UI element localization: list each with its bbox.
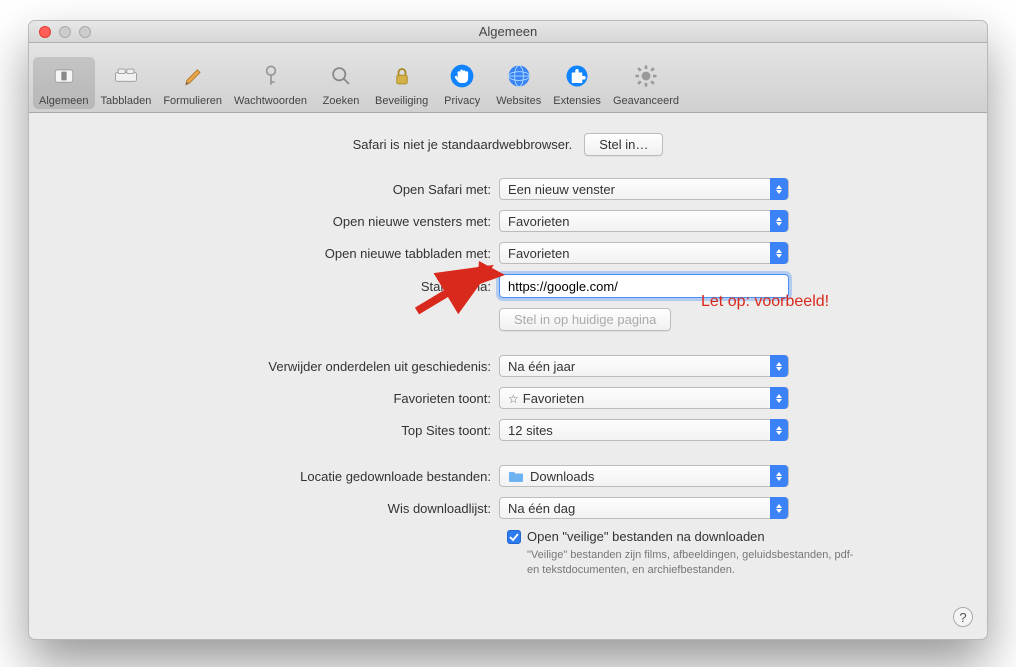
banner-text: Safari is niet je standaardwebbrowser. (353, 137, 573, 152)
switch-icon (49, 61, 79, 91)
select-remove-history[interactable]: Na één jaar (499, 355, 789, 377)
select-open-safari[interactable]: Een nieuw venster (499, 178, 789, 200)
select-download-location[interactable]: Downloads (499, 465, 789, 487)
toolbar-item-search[interactable]: Zoeken (313, 57, 369, 109)
label-new-tabs: Open nieuwe tabbladen met: (59, 246, 499, 261)
select-new-windows[interactable]: Favorieten (499, 210, 789, 232)
chevron-updown-icon (770, 465, 788, 487)
search-icon (326, 61, 356, 91)
select-top-sites[interactable]: 12 sites (499, 419, 789, 441)
toolbar-item-autofill[interactable]: Formulieren (157, 57, 228, 109)
toolbar-item-tabs[interactable]: Tabbladen (95, 57, 158, 109)
key-icon (256, 61, 286, 91)
check-icon (509, 532, 519, 542)
chevron-updown-icon (770, 178, 788, 200)
select-new-tabs[interactable]: Favorieten (499, 242, 789, 264)
toolbar-item-general[interactable]: Algemeen (33, 57, 95, 109)
select-favorites-shows[interactable]: ☆Favorieten (499, 387, 789, 409)
chevron-updown-icon (770, 497, 788, 519)
set-current-page-button[interactable]: Stel in op huidige pagina (499, 308, 671, 331)
folder-icon (508, 470, 524, 483)
gear-icon (631, 61, 661, 91)
default-browser-banner: Safari is niet je standaardwebbrowser. S… (59, 133, 957, 156)
chevron-updown-icon (770, 242, 788, 264)
lock-icon (387, 61, 417, 91)
toolbar-item-extensions[interactable]: Extensies (547, 57, 607, 109)
toolbar-item-advanced[interactable]: Geavanceerd (607, 57, 685, 109)
chevron-updown-icon (770, 419, 788, 441)
annotation-text: Let op: voorbeeld! (701, 293, 829, 311)
safe-files-help-text: "Veilige" bestanden zijn films, afbeeldi… (527, 548, 857, 579)
titlebar: Algemeen (29, 21, 987, 43)
label-clear-downloads: Wis downloadlijst: (59, 501, 499, 516)
tabs-icon (111, 61, 141, 91)
chevron-updown-icon (770, 387, 788, 409)
puzzle-icon (562, 61, 592, 91)
hand-icon (447, 61, 477, 91)
label-download-location: Locatie gedownloade bestanden: (59, 469, 499, 484)
set-default-button[interactable]: Stel in… (584, 133, 663, 156)
chevron-updown-icon (770, 210, 788, 232)
chevron-updown-icon (770, 355, 788, 377)
toolbar-item-security[interactable]: Beveiliging (369, 57, 434, 109)
globe-icon (504, 61, 534, 91)
window-title: Algemeen (29, 24, 987, 39)
toolbar: Algemeen Tabbladen Formulieren Wachtwoor… (29, 43, 987, 113)
content-pane: Safari is niet je standaardwebbrowser. S… (29, 113, 987, 639)
label-open-safari: Open Safari met: (59, 182, 499, 197)
toolbar-item-passwords[interactable]: Wachtwoorden (228, 57, 313, 109)
help-button[interactable]: ? (953, 607, 973, 627)
label-favorites-shows: Favorieten toont: (59, 391, 499, 406)
pen-icon (178, 61, 208, 91)
star-icon: ☆ (508, 392, 519, 406)
toolbar-item-privacy[interactable]: Privacy (434, 57, 490, 109)
select-clear-downloads[interactable]: Na één dag (499, 497, 789, 519)
label-top-sites: Top Sites toont: (59, 423, 499, 438)
open-safe-files-checkbox[interactable] (507, 530, 521, 544)
annotation-arrow-icon (407, 261, 507, 321)
toolbar-item-websites[interactable]: Websites (490, 57, 547, 109)
preferences-window: Algemeen Algemeen Tabbladen Formulieren … (28, 20, 988, 640)
label-new-windows: Open nieuwe vensters met: (59, 214, 499, 229)
open-safe-files-label: Open "veilige" bestanden na downloaden (527, 529, 765, 544)
label-remove-history: Verwijder onderdelen uit geschiedenis: (59, 359, 499, 374)
